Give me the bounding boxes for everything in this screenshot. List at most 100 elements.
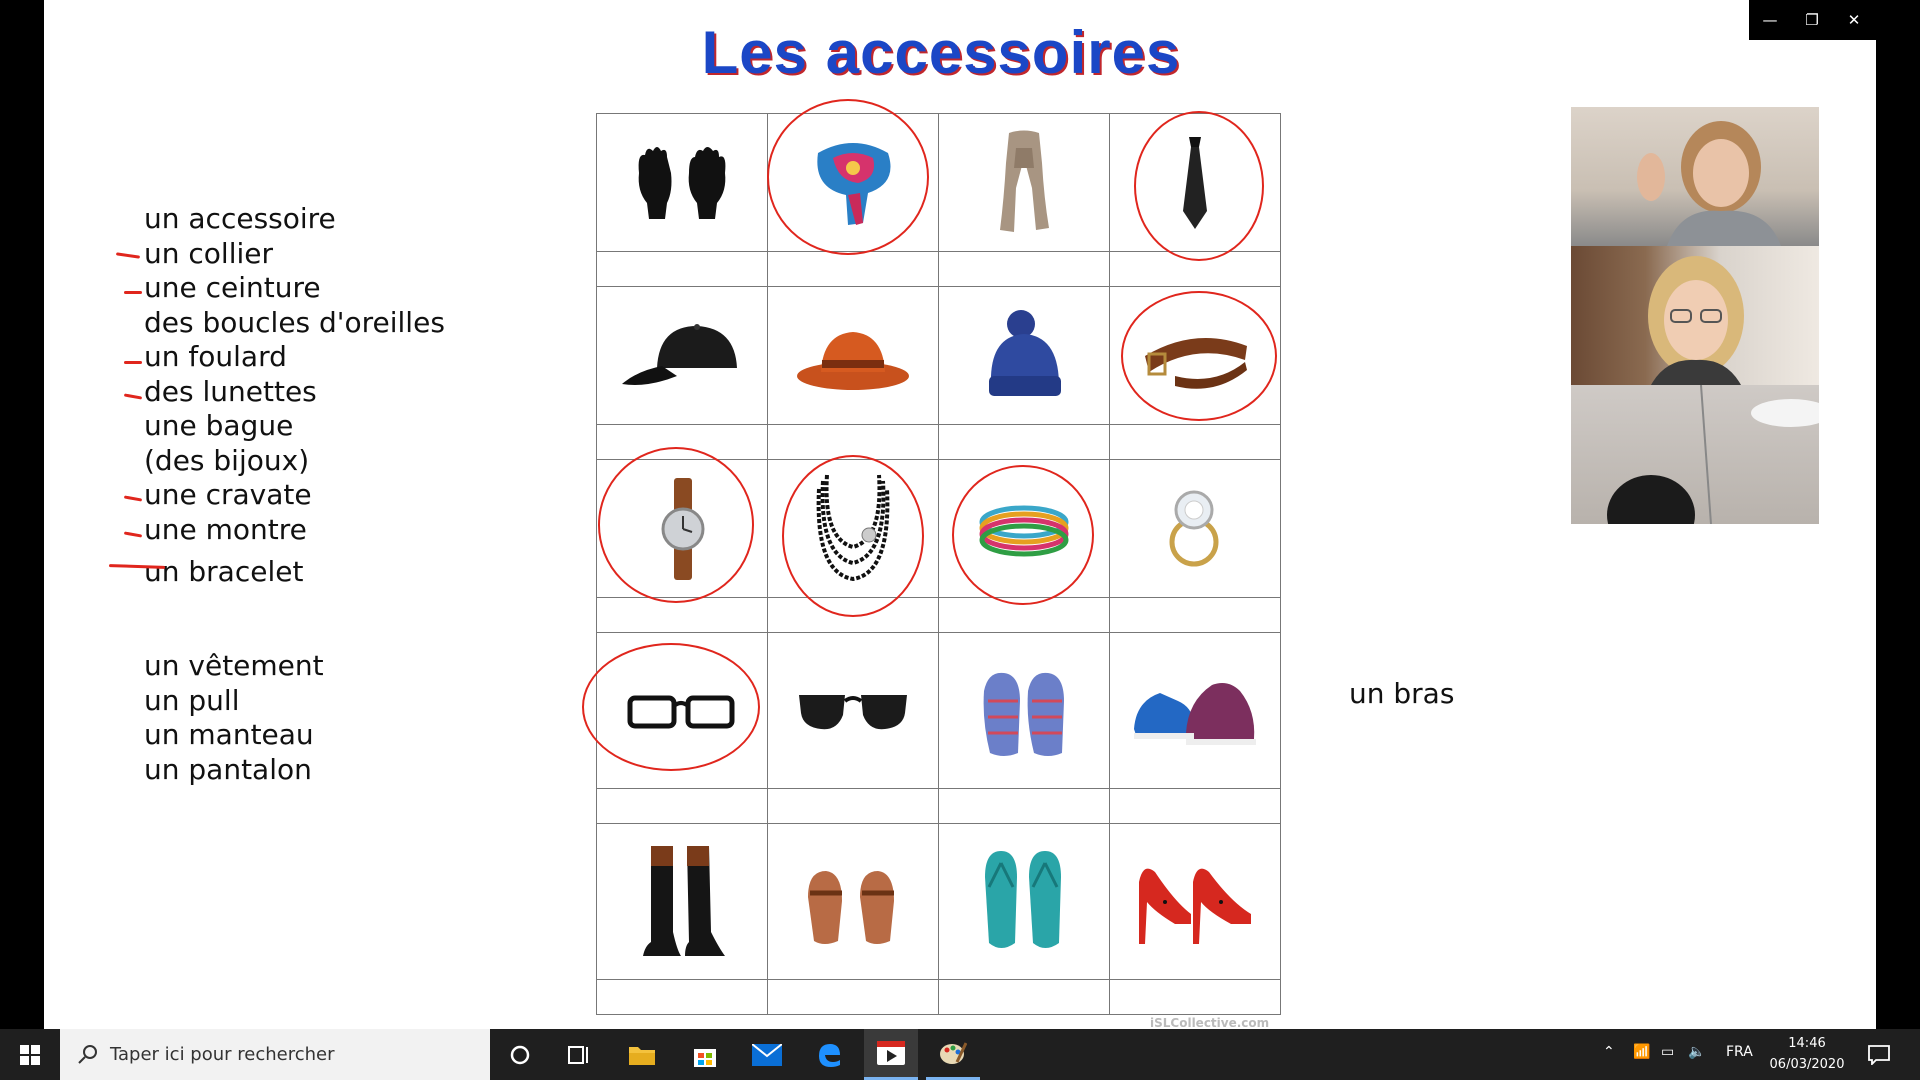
sunglasses-icon [799, 694, 907, 729]
necklace-icon [816, 474, 890, 581]
clock-date: 06/03/2020 [1769, 1057, 1845, 1072]
boots-icon [643, 845, 725, 956]
network-icon[interactable]: 📶 [1633, 1044, 1650, 1060]
vocab-item: des lunettes [144, 374, 317, 408]
high-heels-icon [1139, 868, 1251, 944]
task-view-button[interactable] [553, 1029, 607, 1080]
mail-icon [752, 1043, 782, 1066]
glasses-icon [627, 695, 735, 728]
belt-icon [1145, 337, 1247, 389]
vocab-item: (des bijoux) [144, 443, 310, 477]
notifications-button[interactable] [1852, 1029, 1906, 1080]
grid-cell [596, 286, 768, 425]
flip-flops-icon [985, 850, 1061, 948]
grid-cell [767, 632, 939, 789]
accessory-vocab-list: un accessoire un collier une ceinture de… [144, 202, 445, 590]
slide-title: Les accessoires [701, 19, 1181, 86]
taskbar-search[interactable]: Taper ici pour rechercher [60, 1029, 490, 1080]
vocab-item: un bracelet [144, 555, 304, 588]
vocab-item: une cravate [144, 478, 312, 511]
grid-cell [1109, 632, 1281, 789]
slippers-icon [983, 672, 1064, 756]
grid-cell [1109, 113, 1281, 252]
grid-cell [596, 823, 768, 980]
edge-icon [819, 1043, 840, 1067]
notification-icon [1868, 1044, 1890, 1065]
taskbar-app-file-explorer[interactable] [615, 1029, 669, 1080]
task-view-icon [568, 1045, 588, 1064]
grid-cell [938, 632, 1110, 789]
vocab-item: un pull [144, 683, 240, 717]
grid-cell [767, 459, 939, 598]
participant-3-video[interactable] [1571, 385, 1819, 524]
clock[interactable]: 14:46 06/03/2020 [1762, 1033, 1852, 1075]
participant-2-video[interactable] [1571, 246, 1819, 385]
clothing-vocab-list: un vêtement un pull un manteau un pantal… [144, 649, 324, 787]
watch-icon [661, 477, 705, 580]
taskbar-app-video-editor[interactable] [864, 1029, 918, 1080]
grid-cell [1109, 459, 1281, 598]
sandals-icon [808, 870, 894, 944]
beanie-icon [989, 309, 1061, 396]
grid-cell [1109, 286, 1281, 425]
cortana-button[interactable] [493, 1029, 547, 1080]
annotation-mark [124, 361, 142, 364]
vocab-item: un pantalon [144, 752, 312, 786]
annotation-mark [123, 393, 143, 400]
bracelets-icon [979, 505, 1069, 556]
participant-1-video[interactable] [1571, 107, 1819, 246]
grid-cell [596, 113, 768, 252]
chevron-up-icon[interactable]: ⌃ [1603, 1044, 1615, 1060]
grid-cell [938, 286, 1110, 425]
ring-icon [1169, 490, 1219, 566]
start-button[interactable] [3, 1029, 57, 1080]
sneakers-icon [1134, 682, 1256, 745]
watermark: iSLCollective.com [1150, 1016, 1270, 1029]
input-language[interactable]: FRA [1726, 1044, 1753, 1060]
vocab-item: des boucles d'oreilles [144, 305, 445, 339]
scarf-silk-icon [817, 142, 891, 225]
window-controls: — ❐ ✕ [1749, 0, 1876, 40]
close-button[interactable]: ✕ [1833, 0, 1875, 40]
annotation-mark [108, 564, 166, 569]
grid-cell [596, 632, 768, 789]
side-word: un bras [1349, 677, 1455, 710]
taskbar-app-mail[interactable] [740, 1029, 794, 1080]
grid-cell [596, 459, 768, 598]
scarf-wool-icon [1000, 130, 1049, 232]
folder-icon [629, 1046, 655, 1065]
volume-icon[interactable]: 🔈 [1688, 1044, 1705, 1060]
restore-button[interactable]: ❐ [1791, 0, 1833, 40]
grid-cell [938, 113, 1110, 252]
grid-cell [767, 823, 939, 980]
vocab-item: un accessoire [144, 202, 336, 235]
cap-icon [622, 323, 737, 385]
gloves-icon [638, 146, 726, 219]
vocab-item: un manteau [144, 718, 314, 751]
taskbar-app-store[interactable] [678, 1029, 732, 1080]
grid-cell [767, 286, 939, 425]
annotation-mark [115, 252, 141, 259]
store-icon [694, 1048, 716, 1067]
battery-icon[interactable]: ▭ [1661, 1044, 1674, 1060]
slide-canvas: Les accessoires un accessoire un collier… [44, 0, 1876, 1029]
grid-cell [767, 113, 939, 252]
taskbar-app-paint[interactable] [926, 1029, 980, 1080]
taskbar-app-edge[interactable] [802, 1029, 856, 1080]
vocab-item: une ceinture [144, 271, 321, 304]
video-editor-icon [877, 1041, 905, 1065]
minimize-button[interactable]: — [1749, 0, 1791, 40]
fedora-hat-icon [797, 331, 909, 390]
annotation-mark [124, 291, 142, 294]
cortana-icon [510, 1045, 530, 1064]
grid-cell [1109, 823, 1281, 980]
grid-cell [938, 823, 1110, 980]
clock-time: 14:46 [1788, 1036, 1826, 1051]
annotation-mark [123, 495, 143, 502]
vocab-item: un foulard [144, 340, 287, 373]
grid-cell [938, 459, 1110, 598]
search-placeholder: Taper ici pour rechercher [110, 1044, 335, 1065]
vocab-item: un vêtement [144, 649, 324, 682]
vocab-item: un collier [144, 236, 273, 270]
tie-icon [1183, 136, 1207, 229]
